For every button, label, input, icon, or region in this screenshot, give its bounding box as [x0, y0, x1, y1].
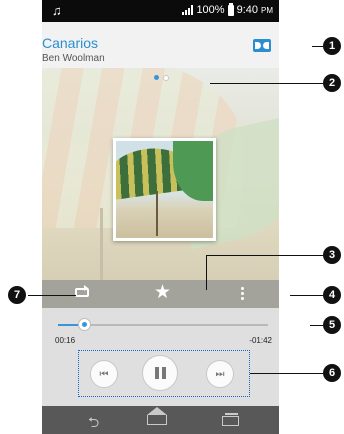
- album-cover-image: [116, 141, 213, 238]
- clock-time: 9:40: [236, 4, 258, 16]
- remaining-time: -01:42: [249, 336, 272, 345]
- favorite-star-icon[interactable]: ★: [154, 283, 171, 302]
- signal-icon: [182, 5, 194, 15]
- previous-button[interactable]: ⏮: [90, 360, 118, 388]
- music-note-icon: ♫: [52, 3, 62, 18]
- callout-7: 7: [8, 286, 26, 304]
- title-bar: Canarios Ben Woolman: [42, 22, 279, 68]
- page-indicator: [154, 75, 169, 81]
- page-dot-active: [154, 75, 159, 80]
- clock-ampm: PM: [261, 5, 273, 15]
- next-button[interactable]: ⏭: [206, 360, 234, 388]
- callout-line-3: [206, 255, 207, 290]
- pause-button[interactable]: [142, 355, 178, 391]
- album-art-area[interactable]: [42, 68, 279, 280]
- recent-apps-icon[interactable]: [222, 413, 239, 426]
- song-title: Canarios: [42, 35, 99, 51]
- pause-icon: [154, 367, 166, 379]
- callout-1: 1: [323, 37, 341, 55]
- callout-4: 4: [323, 286, 341, 304]
- callout-line-4: [290, 295, 323, 296]
- callout-3: 3: [323, 246, 341, 264]
- more-menu-icon[interactable]: [241, 287, 244, 300]
- callout-6: 6: [323, 364, 341, 382]
- callout-5: 5: [323, 316, 341, 334]
- callout-line-5: [310, 325, 323, 326]
- callout-line-7: [28, 295, 76, 296]
- back-icon[interactable]: ⮌: [88, 412, 99, 434]
- control-bar: ★: [42, 280, 279, 308]
- seek-thumb[interactable]: [78, 318, 92, 331]
- callout-line-6: [250, 373, 323, 374]
- status-right: 100% 9:40 PM: [182, 2, 273, 16]
- next-icon: ⏭: [215, 368, 225, 380]
- background-pole: [100, 208, 103, 280]
- progress-section: 00:16 -01:42: [42, 308, 279, 350]
- battery-percent: 100%: [196, 4, 225, 16]
- album-cover[interactable]: [113, 138, 216, 241]
- seek-bar[interactable]: [58, 318, 268, 331]
- callout-2: 2: [323, 74, 341, 92]
- navigation-bar: ⮌: [42, 406, 279, 434]
- previous-icon: ⏮: [99, 368, 109, 380]
- dolby-icon[interactable]: [253, 39, 271, 52]
- battery-icon: [227, 2, 234, 16]
- home-icon[interactable]: [147, 407, 167, 425]
- transport-controls: ⏮ ⏭: [42, 350, 279, 406]
- callout-line-1: [312, 46, 323, 47]
- artist-name: Ben Woolman: [42, 53, 105, 64]
- status-bar: ♫ 100% 9:40 PM: [42, 0, 279, 22]
- repeat-icon[interactable]: [75, 285, 89, 297]
- callout-line-3b: [206, 255, 323, 256]
- callout-line-2: [210, 83, 323, 84]
- elapsed-time: 00:16: [55, 336, 76, 345]
- phone-screen: ♫ 100% 9:40 PM Canarios Ben Woolman ★ 00…: [42, 0, 279, 434]
- page-dot-inactive: [163, 75, 169, 81]
